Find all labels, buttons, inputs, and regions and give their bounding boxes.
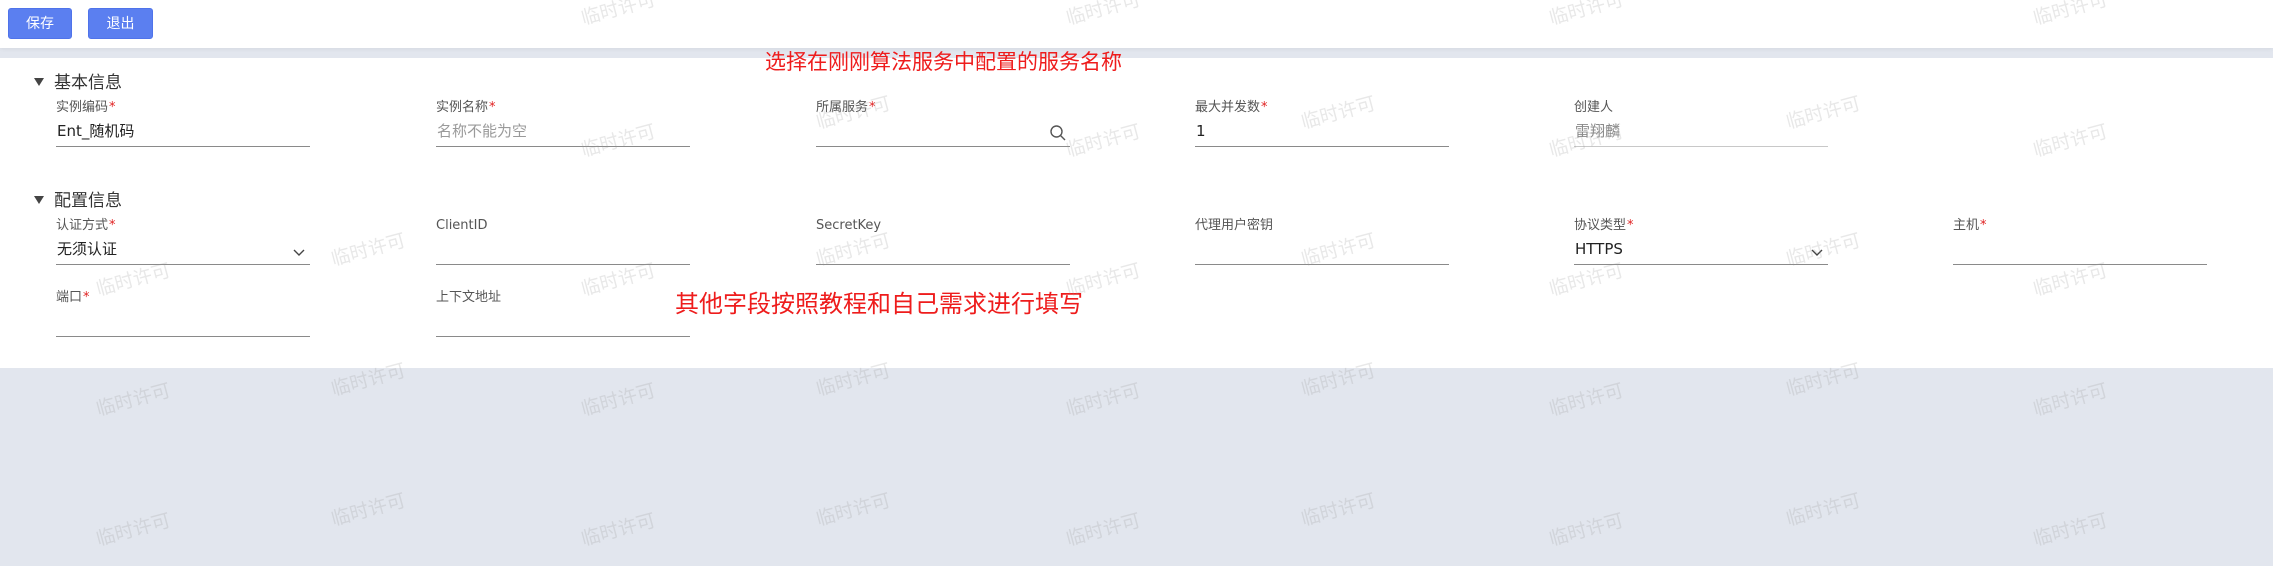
field-instance-code: 实例编码* Ent_随机码 <box>56 99 310 147</box>
field-context-path: 上下文地址 <box>436 289 690 337</box>
field-service: 所属服务* <box>816 99 1070 147</box>
required-mark: * <box>489 100 496 115</box>
field-max-concurrency: 最大并发数* 1 <box>1195 99 1449 147</box>
auth-method-label: 认证方式 <box>56 218 109 233</box>
required-mark: * <box>1980 218 1987 233</box>
field-auth-method: 认证方式* 无须认证 <box>56 217 310 265</box>
save-button[interactable]: 保存 <box>8 8 72 39</box>
field-client-id: ClientID <box>436 217 690 265</box>
field-secret-key: SecretKey <box>816 217 1070 265</box>
watermark: 临时许可 <box>578 509 658 551</box>
watermark: 临时许可 <box>2030 379 2110 421</box>
instance-name-label: 实例名称 <box>436 100 489 115</box>
secret-key-label: SecretKey <box>816 218 882 233</box>
required-mark: * <box>109 100 116 115</box>
context-path-label: 上下文地址 <box>436 290 502 305</box>
section-config-title: 配置信息 <box>54 191 122 211</box>
instance-code-input[interactable]: Ent_随机码 <box>56 117 310 147</box>
caret-down-icon <box>34 195 44 204</box>
service-label: 所属服务 <box>816 100 869 115</box>
field-protocol: 协议类型* HTTPS <box>1574 217 1828 265</box>
watermark: 临时许可 <box>93 509 173 551</box>
field-host: 主机* <box>1953 217 2207 265</box>
watermark: 临时许可 <box>1063 509 1143 551</box>
search-icon[interactable] <box>1049 123 1067 151</box>
protocol-select[interactable]: HTTPS <box>1574 235 1828 265</box>
section-config-header[interactable]: 配置信息 <box>34 186 122 211</box>
secret-key-input[interactable] <box>816 235 1070 265</box>
proxy-user-key-input[interactable] <box>1195 235 1449 265</box>
watermark: 临时许可 <box>1546 509 1626 551</box>
chevron-down-icon[interactable] <box>1809 241 1825 269</box>
field-instance-name: 实例名称* 名称不能为空 <box>436 99 690 147</box>
top-toolbar: 保存 退出 <box>0 0 2273 48</box>
proxy-user-key-label: 代理用户密钥 <box>1195 218 1274 233</box>
watermark: 临时许可 <box>2030 509 2110 551</box>
field-port: 端口* <box>56 289 310 337</box>
watermark: 临时许可 <box>1546 379 1626 421</box>
protocol-value: HTTPS <box>1575 240 1623 258</box>
required-mark: * <box>1261 100 1268 115</box>
protocol-label: 协议类型 <box>1574 218 1627 233</box>
host-label: 主机 <box>1953 218 1980 233</box>
fields-hint-annotation: 其他字段按照教程和自己需求进行填写 <box>675 290 1083 318</box>
watermark: 临时许可 <box>93 379 173 421</box>
section-basic-title: 基本信息 <box>54 73 122 93</box>
client-id-label: ClientID <box>436 218 488 233</box>
port-label: 端口 <box>56 290 83 305</box>
auth-method-select[interactable]: 无须认证 <box>56 235 310 265</box>
required-mark: * <box>869 100 876 115</box>
creator-value: 雷翔麟 <box>1574 117 1828 147</box>
watermark: 临时许可 <box>328 489 408 531</box>
required-mark: * <box>1627 218 1634 233</box>
creator-label: 创建人 <box>1574 100 1614 115</box>
port-input[interactable] <box>56 307 310 337</box>
field-proxy-user-key: 代理用户密钥 <box>1195 217 1449 265</box>
form-panel: 基本信息 实例编码* Ent_随机码 实例名称* 名称不能为空 所属服务* 最大… <box>0 58 2273 368</box>
required-mark: * <box>109 218 116 233</box>
exit-button[interactable]: 退出 <box>88 8 153 39</box>
host-input[interactable] <box>1953 235 2207 265</box>
max-concurrency-input[interactable]: 1 <box>1195 117 1449 147</box>
field-creator: 创建人 雷翔麟 <box>1574 99 1828 147</box>
instance-code-label: 实例编码 <box>56 100 109 115</box>
caret-down-icon <box>34 77 44 86</box>
service-hint-annotation: 选择在刚刚算法服务中配置的服务名称 <box>765 50 1122 74</box>
context-path-input[interactable] <box>436 307 690 337</box>
client-id-input[interactable] <box>436 235 690 265</box>
auth-method-value: 无须认证 <box>57 240 118 258</box>
chevron-down-icon[interactable] <box>291 241 307 269</box>
service-input[interactable] <box>816 117 1070 147</box>
required-mark: * <box>83 290 90 305</box>
watermark: 临时许可 <box>1298 489 1378 531</box>
watermark: 临时许可 <box>578 379 658 421</box>
watermark: 临时许可 <box>1063 379 1143 421</box>
watermark: 临时许可 <box>1783 489 1863 531</box>
section-basic-header[interactable]: 基本信息 <box>34 68 122 93</box>
watermark: 临时许可 <box>813 489 893 531</box>
instance-name-input[interactable]: 名称不能为空 <box>436 117 690 147</box>
max-concurrency-label: 最大并发数 <box>1195 100 1261 115</box>
